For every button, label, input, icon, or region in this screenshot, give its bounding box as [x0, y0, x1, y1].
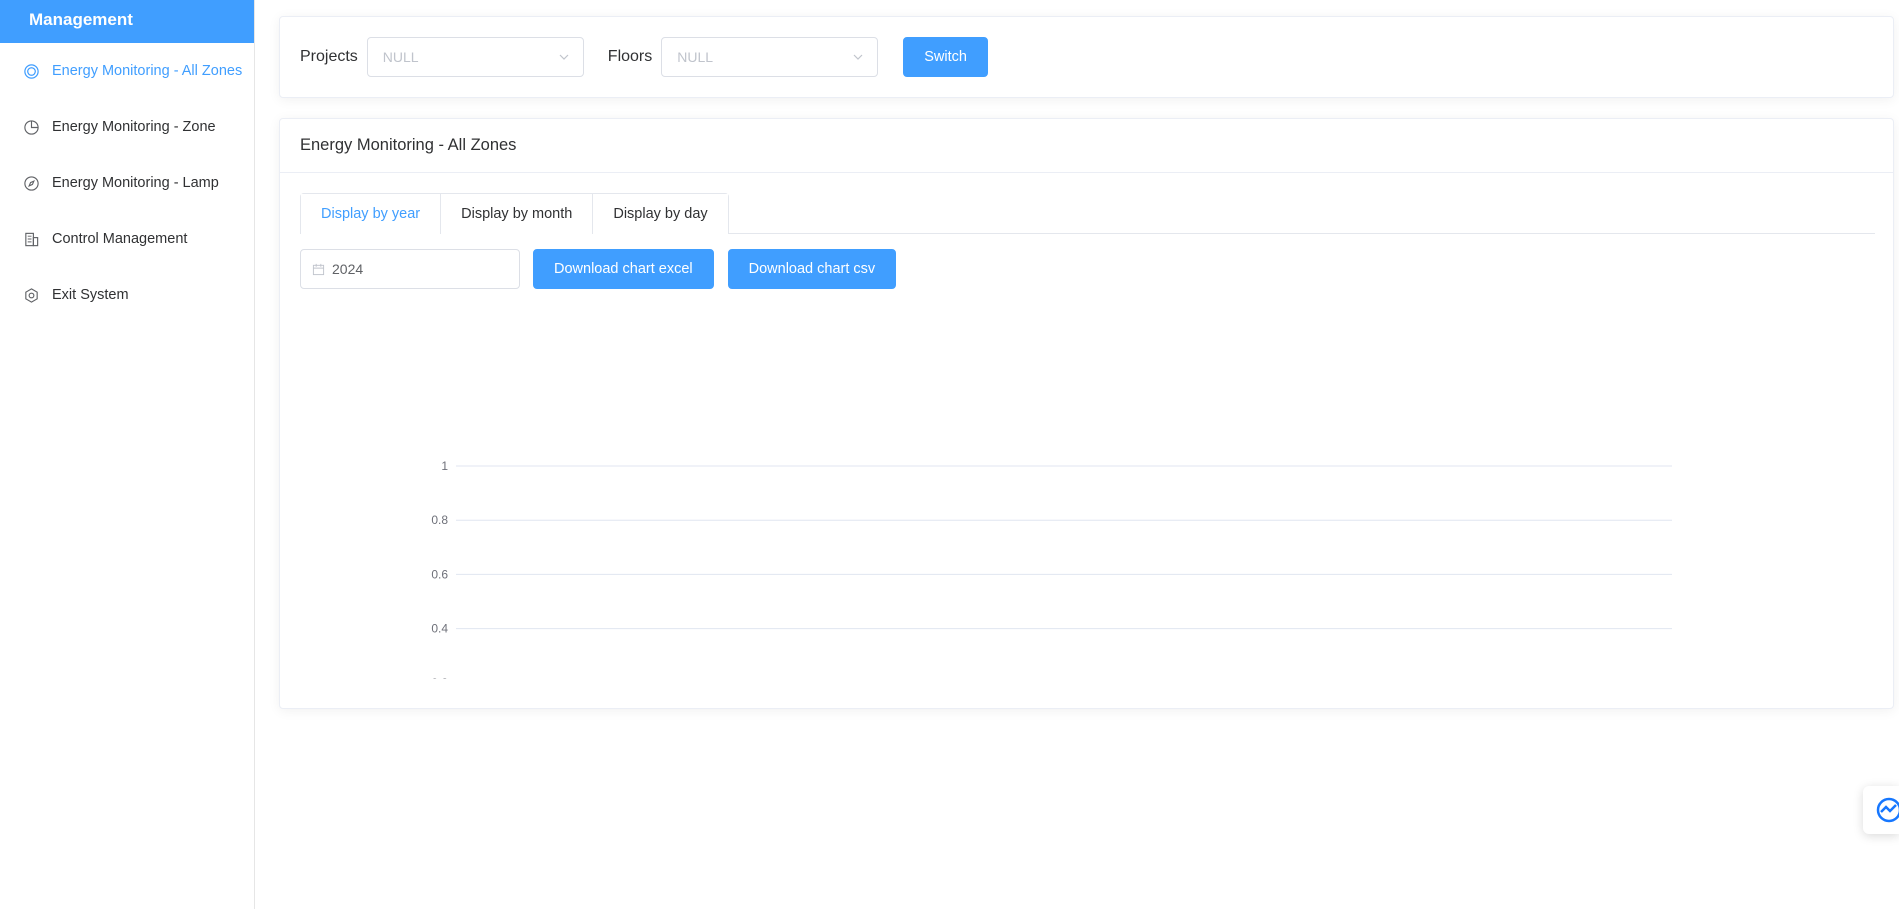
tab-list: Display by year Display by month Display…: [300, 193, 729, 235]
projects-label: Projects: [300, 48, 358, 65]
sidebar-item-lamp[interactable]: Energy Monitoring - Lamp: [0, 155, 254, 211]
compass-icon: [22, 174, 40, 192]
energy-chart: 00.20.40.60.81JanFebMarAprMayJunJulAugSe…: [280, 319, 1895, 756]
year-picker[interactable]: 2024: [300, 249, 520, 289]
projects-select[interactable]: NULL: [366, 37, 584, 77]
sidebar-item-control[interactable]: Control Management: [0, 211, 254, 267]
sidebar-item-exit[interactable]: Exit System: [0, 267, 254, 323]
chevron-down-icon: [559, 54, 569, 60]
floors-select[interactable]: NULL: [661, 37, 879, 77]
sidebar-item-zone[interactable]: Energy Monitoring - Zone: [0, 99, 254, 155]
sidebar-item-label: Exit System: [52, 287, 129, 303]
gear-icon: [22, 286, 40, 304]
switch-button[interactable]: Switch: [903, 37, 988, 77]
sidebar-item-label: Control Management: [52, 231, 188, 247]
y-tick-label: 0.4: [431, 622, 448, 636]
tab-display-by-year[interactable]: Display by year: [301, 194, 441, 235]
chart-toolbar: 2024 Download chart excel Download chart…: [300, 249, 910, 289]
floors-select-value: NULL: [677, 49, 714, 65]
sidebar-nav: Energy Monitoring - All Zones Energy Mon…: [0, 43, 254, 323]
filter-row: Projects NULL Floors NULL Switch: [280, 17, 1893, 97]
energy-chart-svg: 00.20.40.60.81JanFebMarAprMayJunJulAugSe…: [431, 459, 1682, 756]
sidebar-item-all-zones[interactable]: Energy Monitoring - All Zones: [0, 43, 254, 99]
floors-label: Floors: [607, 48, 653, 65]
chevron-down-icon: [853, 54, 863, 60]
y-tick-label: 0.8: [431, 513, 448, 527]
building-icon: [22, 230, 40, 248]
download-csv-button[interactable]: Download chart csv: [727, 249, 897, 289]
target-icon: [22, 62, 40, 80]
projects-select-value: NULL: [382, 49, 419, 65]
view-tabs: Display by year Display by month Display…: [300, 193, 1875, 235]
y-tick-label: 0.6: [431, 567, 448, 581]
energy-panel: Energy Monitoring - All Zones Display by…: [279, 118, 1895, 756]
download-excel-button[interactable]: Download chart excel: [533, 249, 714, 289]
calendar-icon: [312, 263, 325, 275]
sidebar: Management Energy Monitoring - All Zones…: [0, 0, 255, 909]
y-tick-label: 1: [441, 459, 448, 473]
sidebar-item-label: Energy Monitoring - Lamp: [52, 175, 219, 191]
sidebar-item-label: Energy Monitoring - All Zones: [52, 63, 243, 79]
panel-title: Energy Monitoring - All Zones: [280, 119, 1893, 173]
assistant-icon: [1876, 797, 1899, 823]
main-content: Projects NULL Floors NULL Switch Energy …: [255, 0, 1899, 909]
brand-title: Management: [0, 0, 254, 43]
tab-display-by-day[interactable]: Display by day: [592, 194, 728, 234]
year-picker-value: 2024: [332, 261, 364, 277]
filter-card: Projects NULL Floors NULL Switch: [279, 16, 1894, 98]
sidebar-item-label: Energy Monitoring - Zone: [52, 119, 216, 135]
y-tick-label: 0.2: [431, 676, 448, 679]
pie-chart-icon: [22, 118, 40, 136]
tab-display-by-month[interactable]: Display by month: [440, 194, 593, 234]
floating-assistant-button[interactable]: [1863, 786, 1899, 834]
